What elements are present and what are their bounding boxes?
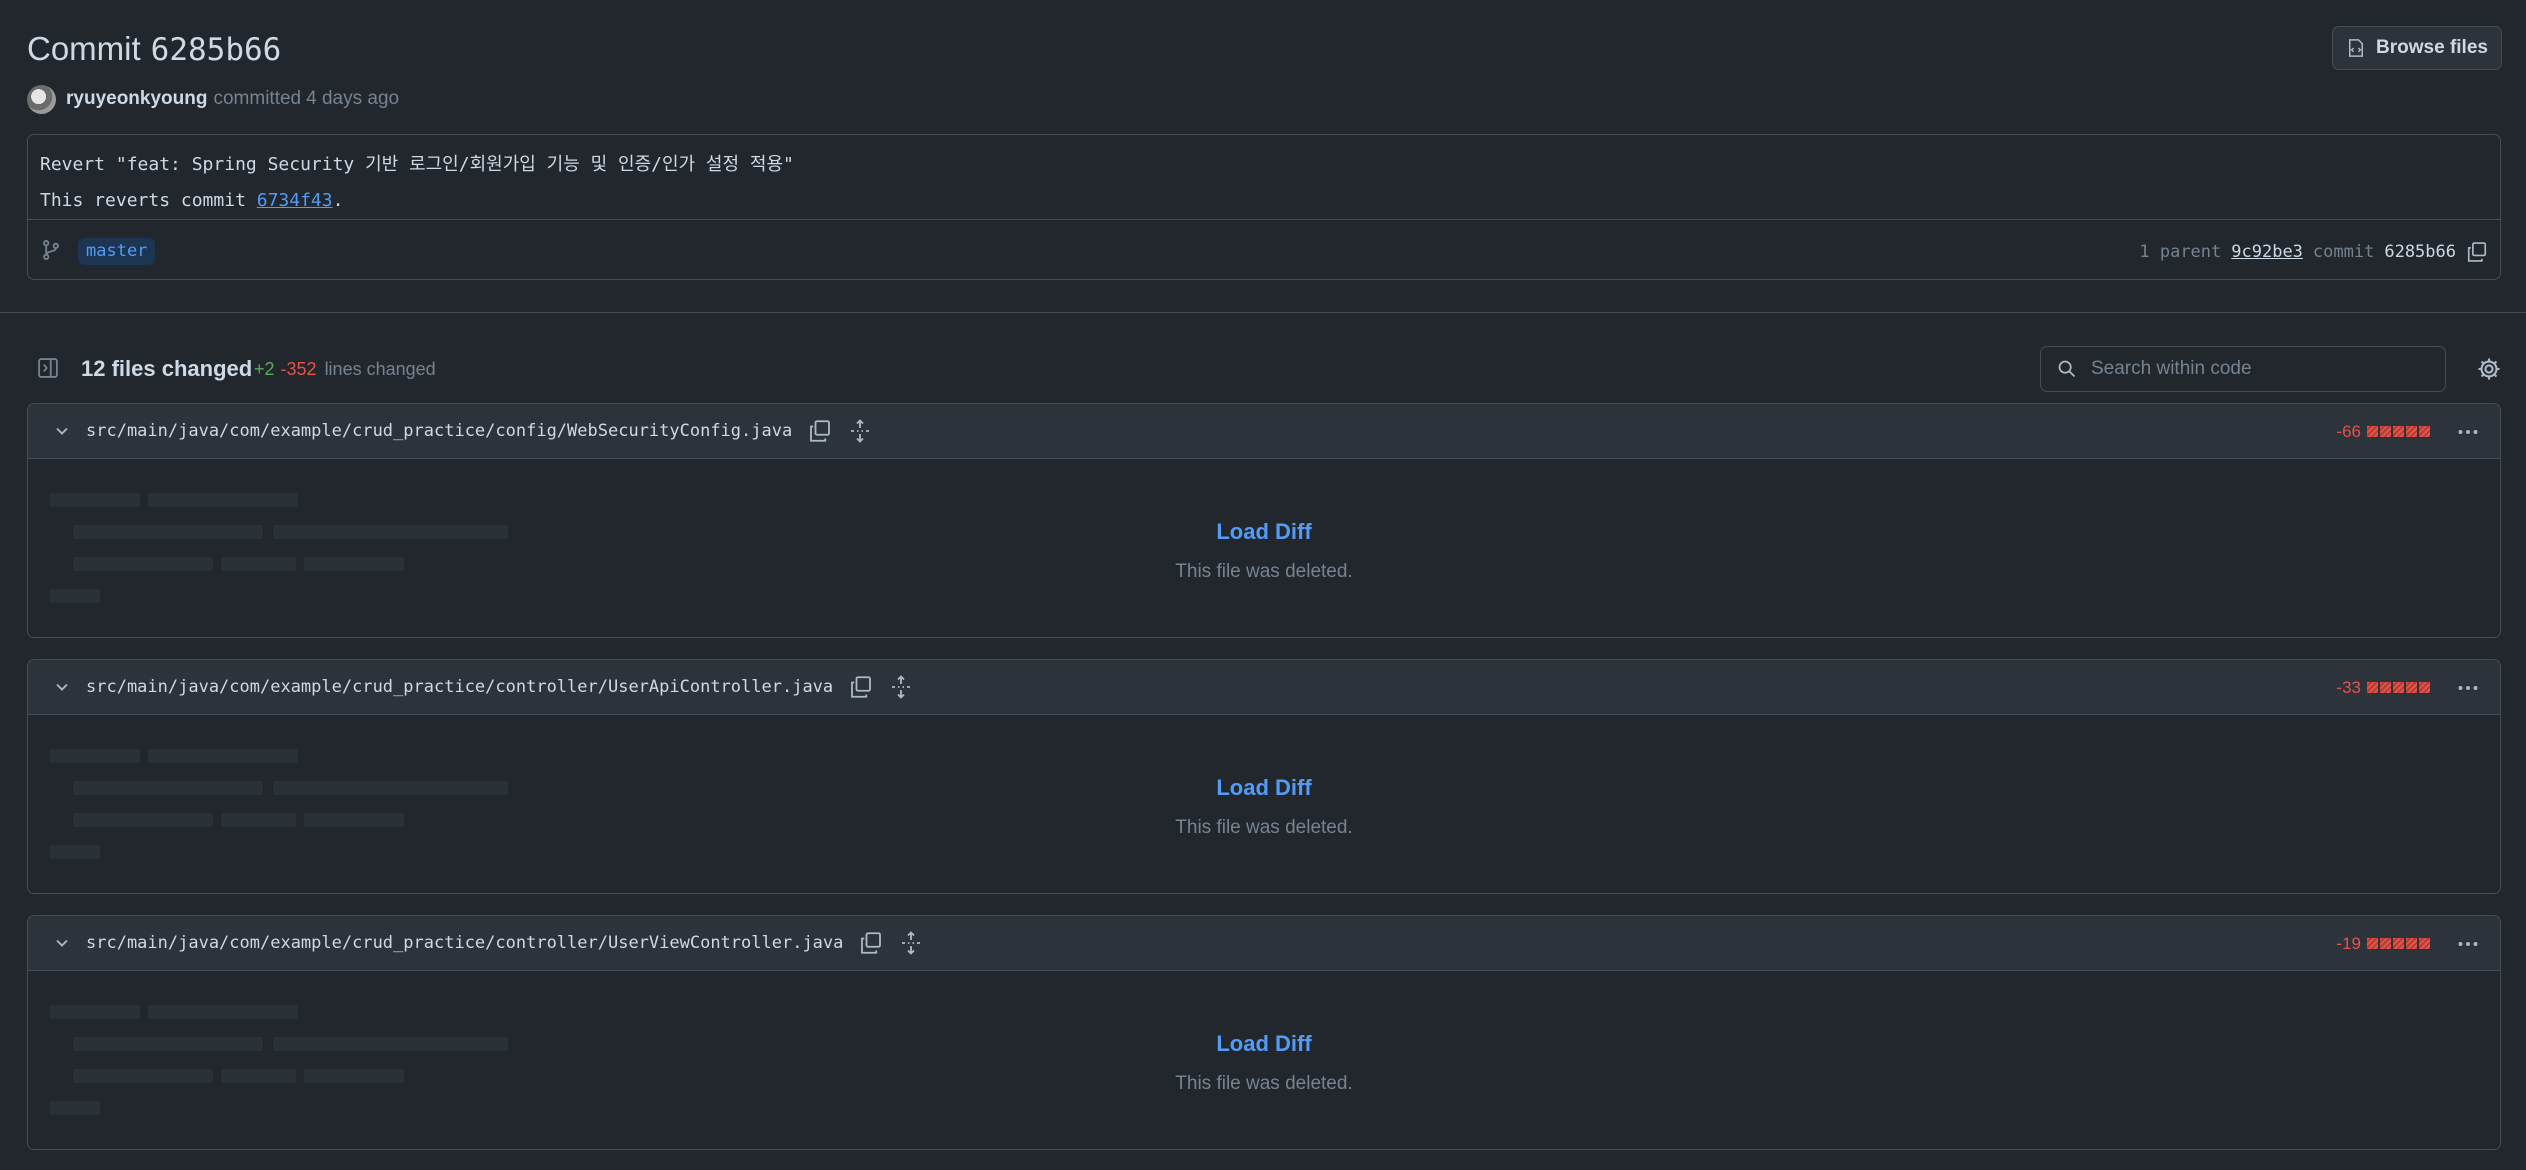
diffstat-bar [2367,426,2430,437]
commit-sha: 6285b66 [2384,241,2456,262]
file-body: Load Diff This file was deleted. [28,971,2500,1149]
git-branch-icon [43,240,59,260]
file-path[interactable]: src/main/java/com/example/crud_practice/… [86,933,843,953]
commit-author-row: ryuyeonkyoung committed 4 days ago [27,84,404,114]
file-header: src/main/java/com/example/crud_practice/… [28,660,2500,715]
copy-icon[interactable] [859,931,883,955]
file-diff: src/main/java/com/example/crud_practice/… [27,659,2501,894]
copy-icon[interactable] [849,675,873,699]
load-diff-button[interactable]: Load Diff [28,775,2500,801]
commit-body-prefix: This reverts commit [40,190,257,211]
files-changed-bar: 12 files changed +2 -352 lines changed [27,344,2502,392]
commit-message: Revert "feat: Spring Security 기반 로그인/회원가… [40,147,794,219]
file-body: Load Diff This file was deleted. [28,715,2500,893]
file-deleted-text: This file was deleted. [1175,1073,1353,1094]
author-action: committed [213,88,302,109]
file-deletions: -33 [2336,677,2361,697]
files-changed-count: 12 files changed [81,356,253,381]
search-icon [2058,360,2076,378]
kebab-horizontal-icon[interactable] [2454,676,2482,700]
kebab-horizontal-icon[interactable] [2454,420,2482,444]
unfold-icon[interactable] [889,675,913,699]
commit-parent-info: 1 parent 9c92be3 commit 6285b66 [2139,238,2488,265]
parent-sha-link[interactable]: 9c92be3 [2231,242,2303,262]
browse-files-label: Browse files [2376,37,2488,58]
file-diff: src/main/java/com/example/crud_practice/… [27,915,2501,1150]
commit-message-title: Revert "feat: Spring Security 기반 로그인/회원가… [40,154,794,175]
lines-changed-label: lines changed [324,359,436,379]
reverted-commit-link[interactable]: 6734f43 [257,190,333,211]
commit-label: commit [2312,241,2375,262]
chevron-down-icon[interactable] [52,677,72,697]
page-title: Commit 6285b66 [27,30,281,68]
copy-icon[interactable] [808,419,832,443]
parent-label: 1 parent [2139,241,2222,262]
commit-body-suffix: . [332,190,344,211]
unfold-icon[interactable] [848,419,872,443]
unfold-icon[interactable] [899,931,923,955]
file-deleted-text: This file was deleted. [1175,561,1353,582]
commit-message-box: Revert "feat: Spring Security 기반 로그인/회원가… [27,134,2501,280]
chevron-down-icon[interactable] [52,933,72,953]
additions-count: +2 [254,359,275,379]
file-deletions: -66 [2336,421,2361,441]
file-path[interactable]: src/main/java/com/example/crud_practice/… [86,421,792,441]
commit-message-body: This reverts commit 6734f43. [40,183,794,219]
file-header: src/main/java/com/example/crud_practice/… [28,404,2500,459]
search-box[interactable] [2040,346,2446,392]
chevron-down-icon[interactable] [52,421,72,441]
file-stats: -33 [2336,660,2482,715]
file-path[interactable]: src/main/java/com/example/crud_practice/… [86,677,833,697]
browse-files-button[interactable]: Browse files [2332,26,2502,70]
lines-changed-stats: +2 -352 lines changed [254,359,436,380]
file-header: src/main/java/com/example/crud_practice/… [28,916,2500,971]
file-diff: src/main/java/com/example/crud_practice/… [27,403,2501,638]
file-deleted-text: This file was deleted. [1175,817,1353,838]
avatar[interactable] [27,84,56,114]
diffstat-bar [2367,682,2430,693]
commit-footer: master 1 parent 9c92be3 commit 6285b66 [28,219,2500,281]
copy-icon[interactable] [2466,241,2488,263]
load-diff-button[interactable]: Load Diff [28,519,2500,545]
file-code-icon [2349,39,2364,57]
kebab-horizontal-icon[interactable] [2454,932,2482,956]
diffstat-bar [2367,938,2430,949]
commit-header: Commit 6285b66 Browse files [27,26,2502,70]
commit-sha-title: 6285b66 [150,32,282,68]
deletions-count: -352 [280,359,317,379]
commit-time: 4 days ago [306,88,400,109]
author-name[interactable]: ryuyeonkyoung [66,88,207,110]
sidebar-expand-icon[interactable] [37,357,59,379]
file-deletions: -19 [2336,933,2361,953]
file-stats: -66 [2336,404,2482,459]
file-stats: -19 [2336,916,2482,971]
load-diff-button[interactable]: Load Diff [28,1031,2500,1057]
gear-icon[interactable] [2476,356,2502,382]
branch-badge[interactable]: master [78,238,156,265]
section-divider [0,312,2526,313]
file-body: Load Diff This file was deleted. [28,459,2500,637]
title-prefix: Commit [27,30,141,67]
search-input[interactable] [2091,358,2431,380]
